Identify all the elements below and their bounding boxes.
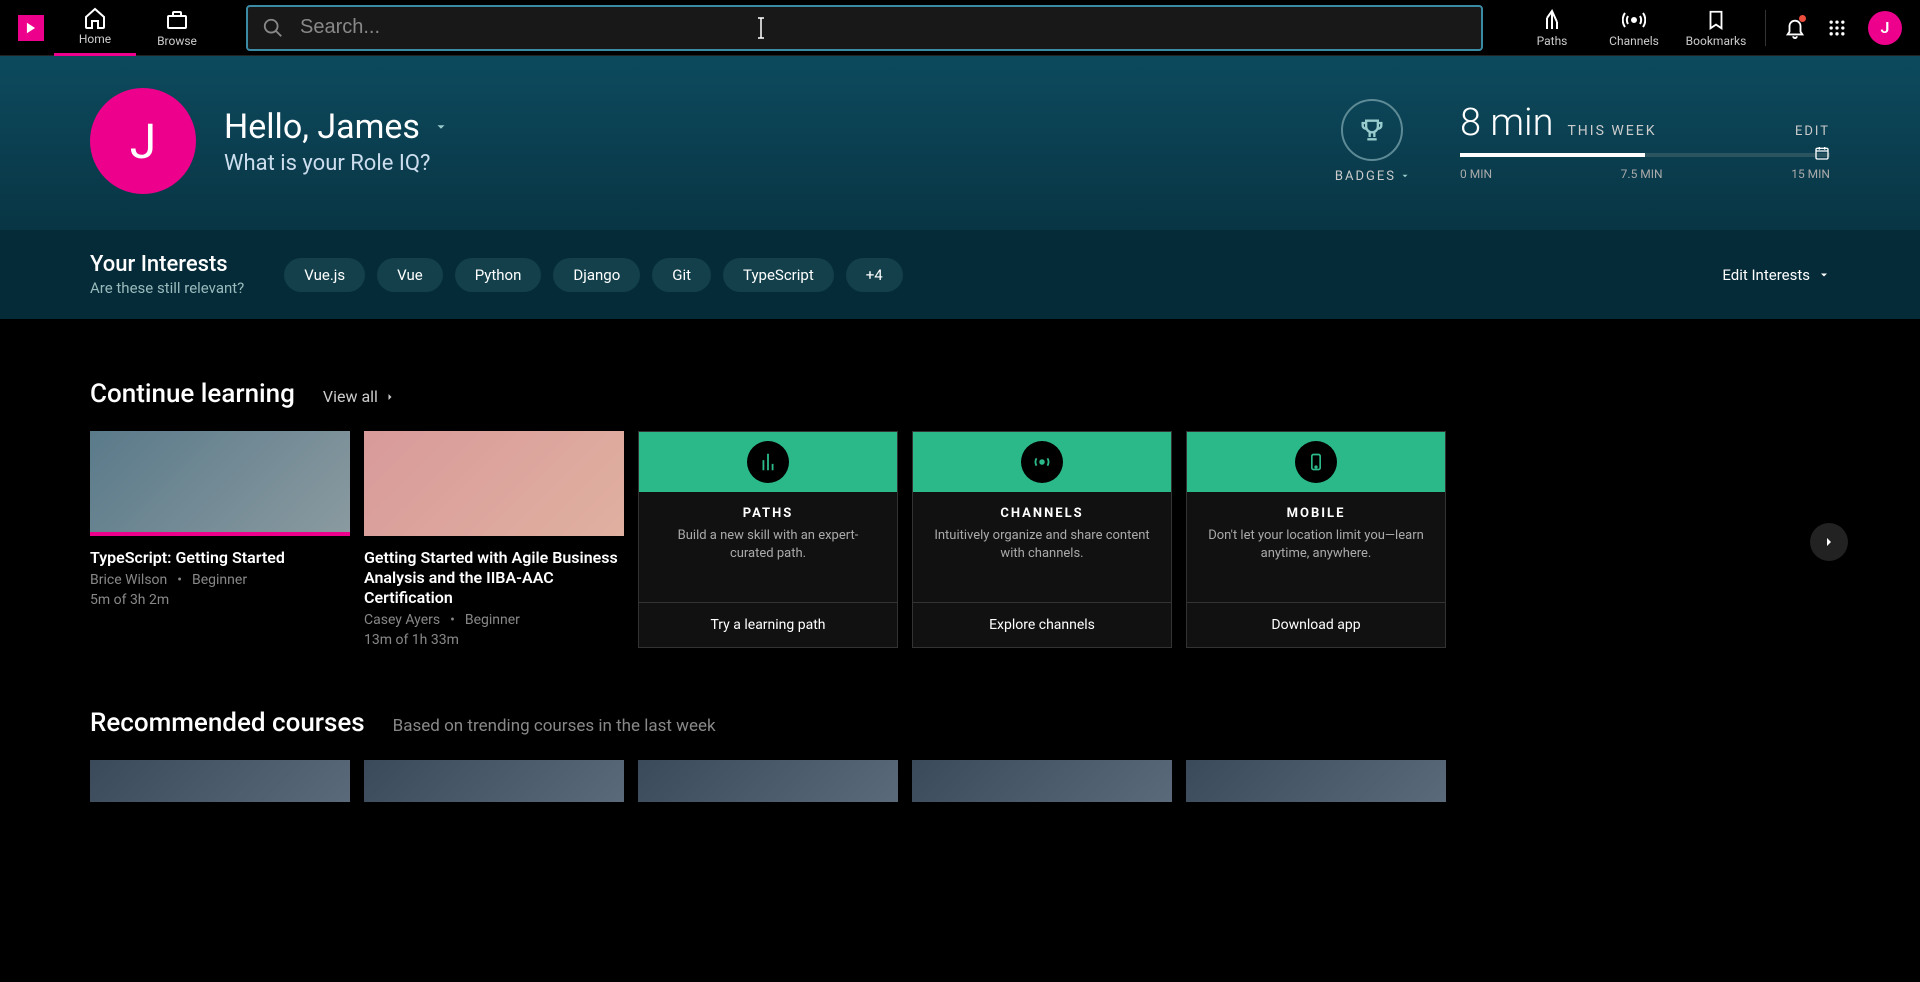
recommended-row [90, 760, 1830, 802]
paths-icon [1540, 8, 1564, 32]
edit-interests-button[interactable]: Edit Interests [1722, 266, 1830, 284]
channels-icon [1622, 8, 1646, 32]
promo-paths: PATHS Build a new skill with an expert-c… [638, 431, 898, 648]
greeting: Hello, James [224, 107, 448, 147]
nav-browse[interactable]: Browse [136, 0, 218, 56]
calendar-icon[interactable] [1814, 145, 1830, 161]
interest-pill[interactable]: Vue [377, 258, 443, 292]
scroll-right-button[interactable] [1810, 523, 1848, 561]
interests-title: Your Interests [90, 252, 244, 277]
notifications-button[interactable] [1774, 7, 1816, 49]
continue-learning-title: Continue learning [90, 379, 295, 409]
interest-pills: Vue.js Vue Python Django Git TypeScript … [284, 258, 902, 292]
right-nav: Paths Channels Bookmarks J [1511, 0, 1912, 56]
nav-browse-label: Browse [157, 34, 197, 48]
interest-pill[interactable]: Python [455, 258, 542, 292]
interest-pill[interactable]: TypeScript [723, 258, 834, 292]
hero: J Hello, James What is your Role IQ? BAD… [0, 56, 1920, 230]
search-input[interactable] [246, 5, 1483, 51]
course-thumbnail[interactable] [638, 760, 898, 802]
course-thumbnail [90, 431, 350, 536]
notification-dot [1799, 15, 1806, 22]
course-card[interactable]: Getting Started with Agile Business Anal… [364, 431, 624, 648]
logo[interactable] [18, 15, 44, 41]
divider [1765, 10, 1766, 46]
header: Home Browse Paths Channels [0, 0, 1920, 56]
promo-channels: CHANNELS Intuitively organize and share … [912, 431, 1172, 648]
course-card[interactable]: TypeScript: Getting Started Brice Wilson… [90, 431, 350, 648]
interests-sub: Are these still relevant? [90, 279, 244, 297]
edit-goal-button[interactable]: EDIT [1795, 124, 1830, 139]
paths-icon [747, 441, 789, 483]
try-path-button[interactable]: Try a learning path [639, 602, 897, 647]
nav-home-label: Home [79, 32, 111, 46]
interest-pill[interactable]: Git [652, 258, 711, 292]
text-cursor-icon [753, 17, 771, 39]
course-thumbnail[interactable] [912, 760, 1172, 802]
promo-mobile: MOBILE Don't let your location limit you… [1186, 431, 1446, 648]
user-avatar[interactable]: J [1868, 11, 1902, 45]
recommended-title: Recommended courses [90, 708, 365, 738]
nav-home[interactable]: Home [54, 0, 136, 56]
interests-row: Your Interests Are these still relevant?… [0, 230, 1920, 319]
badges-section[interactable]: BADGES [1335, 99, 1410, 184]
chevron-down-icon[interactable] [434, 120, 448, 134]
interest-pill[interactable]: Django [553, 258, 640, 292]
channels-icon [1021, 441, 1063, 483]
download-app-button[interactable]: Download app [1187, 602, 1445, 647]
course-thumbnail[interactable] [1186, 760, 1446, 802]
explore-channels-button[interactable]: Explore channels [913, 602, 1171, 647]
nav-channels[interactable]: Channels [1593, 0, 1675, 56]
nav-bookmarks[interactable]: Bookmarks [1675, 0, 1757, 56]
trophy-icon [1341, 99, 1403, 161]
briefcase-icon [165, 8, 189, 32]
continue-row: TypeScript: Getting Started Brice Wilson… [90, 431, 1830, 648]
view-all-link[interactable]: View all [323, 387, 396, 406]
course-thumbnail[interactable] [364, 760, 624, 802]
course-thumbnail [364, 431, 624, 536]
apps-button[interactable] [1816, 7, 1858, 49]
chevron-down-icon [1400, 171, 1410, 181]
interest-pill-more[interactable]: +4 [846, 258, 903, 292]
mobile-icon [1295, 441, 1337, 483]
bookmark-icon [1704, 8, 1728, 32]
home-icon [83, 6, 107, 30]
role-iq-link[interactable]: What is your Role IQ? [224, 151, 448, 176]
interest-pill[interactable]: Vue.js [284, 258, 365, 292]
search-wrap [246, 5, 1483, 51]
search-icon [262, 17, 284, 39]
goal-progress-bar [1460, 153, 1830, 157]
course-thumbnail[interactable] [90, 760, 350, 802]
weekly-goal: 8 min THIS WEEK EDIT 0 MIN 7.5 MIN 15 MI… [1460, 101, 1830, 181]
chevron-right-icon [384, 391, 396, 403]
user-avatar-large: J [90, 88, 196, 194]
nav-paths[interactable]: Paths [1511, 0, 1593, 56]
chevron-down-icon [1818, 269, 1830, 281]
recommended-sub: Based on trending courses in the last we… [393, 716, 716, 736]
goal-time: 8 min [1460, 101, 1553, 145]
